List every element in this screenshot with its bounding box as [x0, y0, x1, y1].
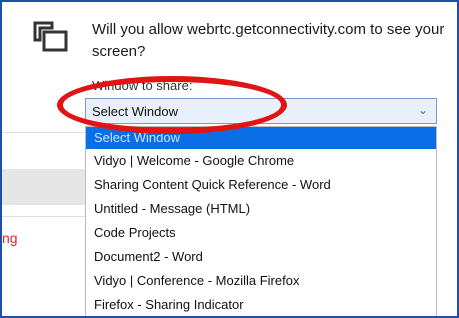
background-text: ng — [2, 230, 18, 246]
dropdown-option[interactable]: Firefox - Sharing Indicator — [86, 293, 436, 316]
background-band — [2, 169, 86, 205]
dropdown-option[interactable]: Code Projects — [86, 221, 436, 245]
dropdown-option[interactable]: Sharing Content Quick Reference - Word — [86, 173, 436, 197]
background-divider — [2, 132, 86, 133]
window-dropdown-list: Select Window Vidyo | Welcome - Google C… — [85, 126, 437, 316]
dropdown-option[interactable]: Select Window — [86, 127, 436, 149]
window-select[interactable]: Select Window ⌄ — [85, 98, 437, 124]
dropdown-option[interactable]: Document2 - Word — [86, 245, 436, 269]
dropdown-option[interactable]: Vidyo | Conference - Mozilla Firefox — [86, 269, 436, 293]
background-divider — [2, 216, 86, 217]
window-to-share-label: Window to share: — [92, 78, 193, 93]
permission-message: Will you allow webrtc.getconnectivity.co… — [92, 21, 445, 60]
screen-share-icon — [33, 21, 68, 52]
chevron-down-icon: ⌄ — [417, 103, 428, 117]
permission-dialog: ng Will you allow webrtc.getconnectivity… — [0, 0, 459, 318]
dropdown-option[interactable]: Untitled - Message (HTML) — [86, 197, 436, 221]
dropdown-option[interactable]: Vidyo | Welcome - Google Chrome — [86, 149, 436, 173]
window-select-value: Select Window — [92, 104, 178, 119]
